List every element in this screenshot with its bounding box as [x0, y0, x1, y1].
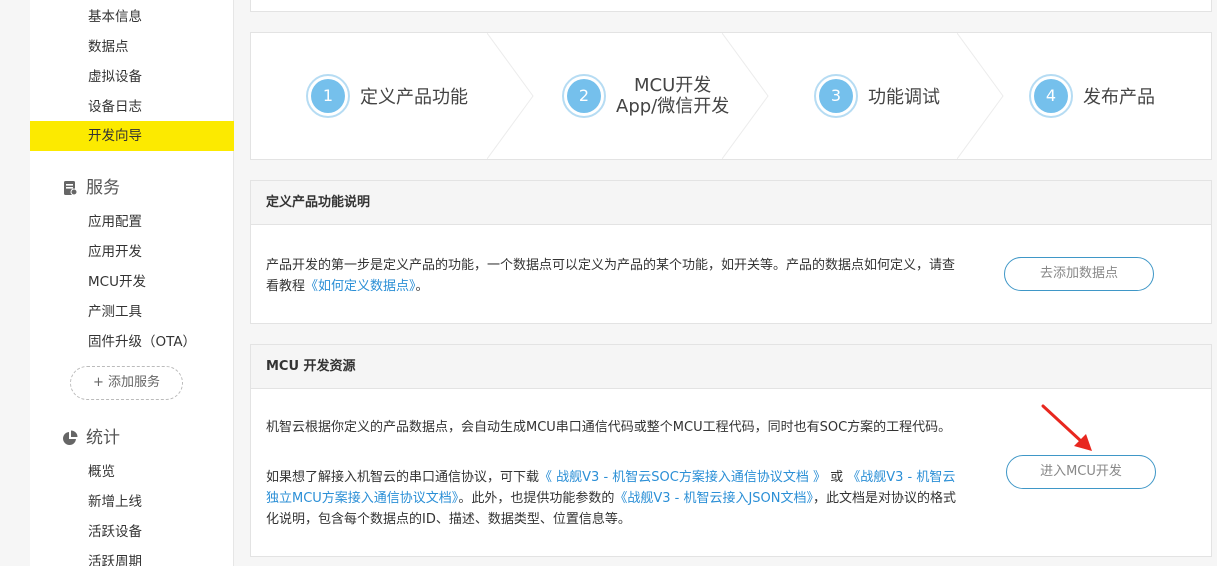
sidebar-item-new-online[interactable]: 新增上线 [30, 487, 234, 517]
step-number-badge: 2 [562, 74, 606, 118]
dev-steps: 1 定义产品功能 2 MCU开发 App/微信开发 3 功能调试 4 发布产品 [250, 32, 1212, 160]
enter-mcu-dev-button[interactable]: 进入MCU开发 [1006, 455, 1156, 489]
step-separator [487, 33, 534, 159]
step-separator [957, 33, 1004, 159]
section-service-label: 服务 [86, 178, 120, 198]
top-panel-edge [250, 0, 1212, 12]
panel-define-product: 定义产品功能说明 产品开发的第一步是定义产品的功能，一个数据点可以定义为产品的某… [250, 180, 1212, 324]
sidebar-item-app-dev[interactable]: 应用开发 [30, 237, 234, 267]
mcu-description: 机智云根据你定义的产品数据点，会自动生成MCU串口通信代码或整个MCU工程代码，… [266, 420, 952, 435]
step-number-badge: 3 [814, 74, 858, 118]
sidebar-item-dev-guide[interactable]: 开发向导 [30, 121, 234, 151]
step-label: 发布产品 [1083, 87, 1155, 108]
section-stats-label: 统计 [86, 428, 120, 448]
step-number-badge: 1 [306, 74, 350, 118]
sidebar-item-test-tool[interactable]: 产测工具 [30, 297, 234, 327]
sidebar-item-overview[interactable]: 概览 [30, 457, 234, 487]
step-label: 功能调试 [868, 87, 940, 108]
service-icon [64, 181, 78, 196]
red-arrow-annotation [1041, 404, 1092, 451]
sidebar: 基本信息 数据点 虚拟设备 设备日志 开发向导 服务 应用配置 应用开发 MCU… [30, 0, 234, 566]
sidebar-item-virtual-device[interactable]: 虚拟设备 [30, 62, 234, 92]
soc-protocol-doc-link[interactable]: 《 战舰V3 - 机智云SOC方案接入通信协议文档 》 [539, 470, 826, 485]
panel-title: MCU 开发资源 [251, 345, 1211, 389]
datapoint-tutorial-link[interactable]: 《如何定义数据点》 [305, 279, 416, 294]
sidebar-item-mcu-dev[interactable]: MCU开发 [30, 267, 234, 297]
add-service-button[interactable]: + 添加服务 [70, 366, 183, 400]
sidebar-item-app-config[interactable]: 应用配置 [30, 207, 234, 237]
sidebar-item-device-log[interactable]: 设备日志 [30, 92, 234, 122]
step-mcu-app-dev[interactable]: 2 MCU开发 App/微信开发 [562, 73, 729, 119]
step-label: 定义产品功能 [360, 87, 468, 108]
step-label: MCU开发 App/微信开发 [616, 75, 730, 117]
panel-description: 产品开发的第一步是定义产品的功能，一个数据点可以定义为产品的某个功能，如开关等。… [266, 258, 956, 294]
main-content: 1 定义产品功能 2 MCU开发 App/微信开发 3 功能调试 4 发布产品 … [234, 0, 1217, 566]
add-datapoint-button[interactable]: 去添加数据点 [1004, 257, 1154, 291]
left-edge-strip [0, 0, 30, 566]
panel-title: 定义产品功能说明 [251, 181, 1211, 225]
sidebar-item-active-period[interactable]: 活跃周期 [30, 547, 234, 566]
sidebar-item-ota[interactable]: 固件升级（OTA） [30, 327, 234, 357]
protocol-description: 如果想了解接入机智云的串口通信协议，可下载《 战舰V3 - 机智云SOC方案接入… [266, 470, 957, 527]
step-define-product[interactable]: 1 定义产品功能 [306, 73, 468, 119]
step-debug[interactable]: 3 功能调试 [814, 73, 940, 119]
step-number-badge: 4 [1029, 74, 1073, 118]
sidebar-item-active-devices[interactable]: 活跃设备 [30, 517, 234, 547]
pie-chart-icon [63, 430, 78, 445]
sidebar-item-basic-info[interactable]: 基本信息 [30, 2, 234, 32]
step-publish[interactable]: 4 发布产品 [1029, 73, 1155, 119]
json-doc-link[interactable]: 《战舰V3 - 机智云接入JSON文档》 [614, 491, 813, 506]
step-separator [722, 33, 769, 159]
sidebar-item-datapoints[interactable]: 数据点 [30, 32, 234, 62]
